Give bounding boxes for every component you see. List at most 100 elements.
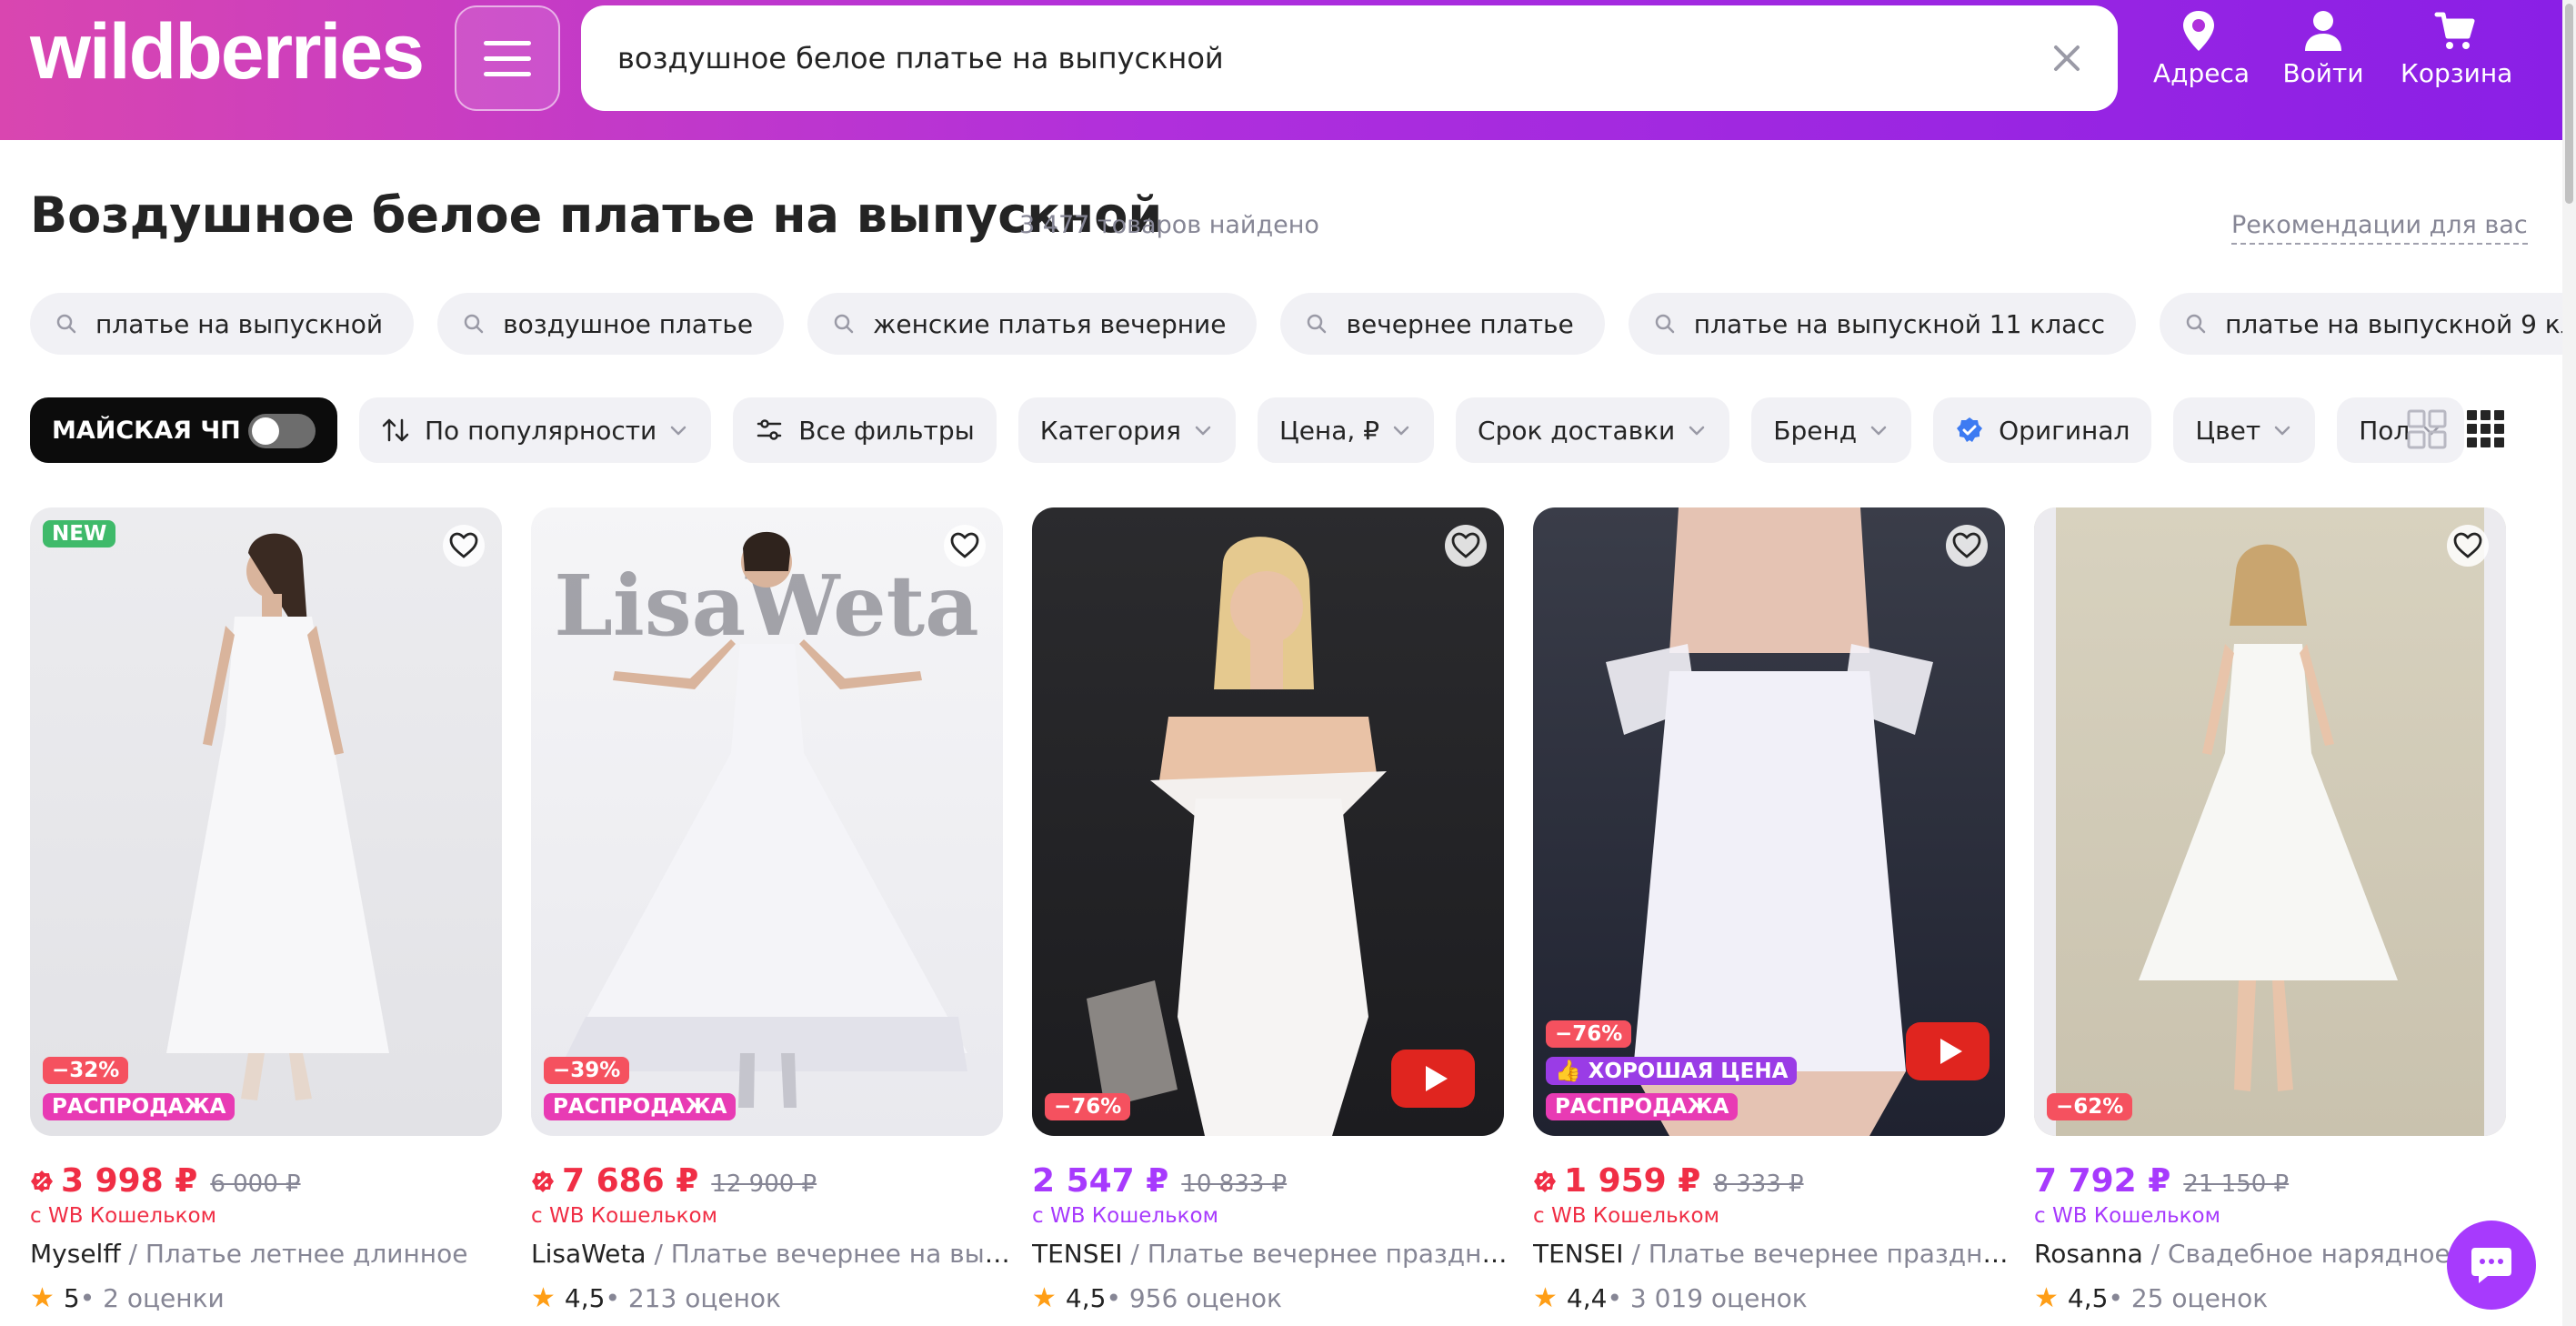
- heart-icon[interactable]: [1444, 524, 1488, 568]
- heart-icon[interactable]: [442, 524, 486, 568]
- chevron-down-icon: [1689, 426, 1705, 436]
- small-grid-view-icon[interactable]: [2466, 409, 2506, 449]
- search-bar: [581, 5, 2118, 111]
- heart-icon[interactable]: [943, 524, 987, 568]
- clear-search-icon[interactable]: [2049, 40, 2085, 76]
- price-row: 1 959 ₽ 8 333 ₽: [1533, 1162, 2024, 1200]
- search-input[interactable]: [617, 5, 2000, 111]
- product-name[interactable]: Myselff / Платье летнее длинное: [30, 1239, 521, 1269]
- search-chip[interactable]: женские платья вечерние: [807, 293, 1258, 355]
- review-count[interactable]: • 213 оценок: [605, 1283, 781, 1313]
- price-row: 3 998 ₽ 6 000 ₽: [30, 1162, 521, 1200]
- product-image[interactable]: −62%: [2034, 507, 2506, 1136]
- scrollbar-thumb[interactable]: [2565, 4, 2573, 204]
- search-chip[interactable]: воздушное платье: [437, 293, 785, 355]
- search-icon: [1308, 314, 1327, 334]
- user-icon: [2305, 11, 2341, 51]
- product-title: / Платье вечернее праздничн...: [1623, 1239, 2024, 1269]
- price-dropdown[interactable]: Цена, ₽: [1257, 397, 1435, 463]
- brand-name: Myselff: [30, 1239, 121, 1269]
- product-name[interactable]: TENSEI / Платье вечернее праздничн...: [1032, 1239, 1523, 1269]
- search-chip[interactable]: платье на выпускной 11 класс: [1628, 293, 2137, 355]
- search-icon: [2186, 314, 2206, 334]
- filters-icon: [757, 419, 782, 440]
- product-image[interactable]: −76%: [1032, 507, 1504, 1136]
- login-button[interactable]: Войти: [2282, 9, 2364, 88]
- gender-label: Пол: [2359, 415, 2411, 446]
- old-price: 10 833 ₽: [1181, 1170, 1288, 1198]
- chip-label: платье на выпускной 9 класс: [2225, 308, 2576, 339]
- discount-badge: −76%: [1546, 1020, 1632, 1048]
- menu-button[interactable]: [455, 5, 560, 111]
- review-count[interactable]: • 25 оценок: [2108, 1283, 2268, 1313]
- sort-dropdown[interactable]: По популярности: [359, 397, 712, 463]
- video-play-icon[interactable]: [1391, 1050, 1475, 1108]
- all-filters-button[interactable]: Все фильтры: [733, 397, 997, 463]
- product-card[interactable]: NEW −32% РАСПРОДАЖА 3 998 ₽ 6 000 ₽ с WB…: [30, 507, 502, 1314]
- search-chip[interactable]: платье на выпускной 9 класс: [2160, 293, 2576, 355]
- product-title: / Платье летнее длинное: [120, 1239, 468, 1269]
- product-image[interactable]: NEW −32% РАСПРОДАЖА: [30, 507, 502, 1136]
- wallet-discount-icon: [532, 1170, 554, 1192]
- dress-photo: [166, 533, 389, 1100]
- wildberries-logo[interactable]: wildberries: [30, 7, 425, 97]
- brand-name: TENSEI: [1533, 1239, 1624, 1269]
- product-card[interactable]: −76% 2 547 ₽ 10 833 ₽ с WB Кошельком TEN…: [1032, 507, 1523, 1314]
- search-chip[interactable]: вечернее платье: [1280, 293, 1605, 355]
- dress-photo: [2034, 507, 2506, 1136]
- product-card[interactable]: LisaWeta −39% РАСПРОДАЖА 7 686 ₽ 12 900 …: [531, 507, 1022, 1314]
- new-badge: NEW: [43, 520, 116, 547]
- video-play-icon[interactable]: [1906, 1022, 1990, 1080]
- original-filter[interactable]: Оригинал: [1933, 397, 2152, 463]
- brand-name: TENSEI: [1032, 1239, 1123, 1269]
- heart-icon[interactable]: [1945, 524, 1989, 568]
- wallet-discount-icon: [31, 1170, 53, 1192]
- price-label: Цена, ₽: [1278, 415, 1380, 446]
- original-label: Оригинал: [1999, 415, 2130, 446]
- chip-label: женские платья вечерние: [873, 308, 1227, 339]
- product-name[interactable]: TENSEI / Платье вечернее праздничн...: [1533, 1239, 2024, 1269]
- filter-bar: МАЙСКАЯ ЧП По популярности Все фильтры К…: [30, 397, 2465, 463]
- rating: ★ 4,4 • 3 019 оценок: [1533, 1282, 1808, 1314]
- chevron-down-icon: [1393, 426, 1409, 436]
- cart-icon: [2434, 12, 2475, 49]
- cart-button[interactable]: Корзина: [2401, 9, 2512, 88]
- search-chip[interactable]: платье на выпускной: [30, 293, 415, 355]
- heart-icon[interactable]: [2446, 524, 2490, 568]
- brand-name: Rosanna: [2034, 1239, 2143, 1269]
- product-image[interactable]: LisaWeta −39% РАСПРОДАЖА: [531, 507, 1003, 1136]
- product-card[interactable]: −76% 👍 ХОРОШАЯ ЦЕНА РАСПРОДАЖА 1 959 ₽ 8…: [1533, 507, 2024, 1314]
- chip-label: платье на выпускной 11 класс: [1693, 308, 2106, 339]
- star-icon: ★: [531, 1282, 556, 1314]
- color-dropdown[interactable]: Цвет: [2173, 397, 2316, 463]
- product-title: / Платье вечернее на выпус...: [646, 1239, 1022, 1269]
- brand-dropdown[interactable]: Бренд: [1751, 397, 1912, 463]
- wallet-note: с WB Кошельком: [30, 1204, 216, 1228]
- product-name[interactable]: LisaWeta / Платье вечернее на выпус...: [531, 1239, 1022, 1269]
- rating-value: 5: [63, 1283, 80, 1313]
- chevron-down-icon: [2274, 426, 2290, 436]
- product-image[interactable]: −76% 👍 ХОРОШАЯ ЦЕНА РАСПРОДАЖА: [1533, 507, 2005, 1136]
- chevron-down-icon: [1195, 426, 1211, 436]
- price-row: 2 547 ₽ 10 833 ₽: [1032, 1162, 1523, 1200]
- toggle-switch[interactable]: [248, 414, 316, 448]
- product-card[interactable]: −62% 7 792 ₽ 21 150 ₽ с WB Кошельком Ros…: [2034, 507, 2525, 1314]
- results-count: 3 477 товаров найдено: [1019, 211, 1319, 239]
- review-count[interactable]: • 2 оценки: [80, 1283, 225, 1313]
- delivery-dropdown[interactable]: Срок доставки: [1456, 397, 1730, 463]
- review-count[interactable]: • 3 019 оценок: [1607, 1283, 1807, 1313]
- chat-button[interactable]: [2447, 1221, 2536, 1310]
- price: 3 998 ₽: [61, 1162, 198, 1200]
- recommendations-link[interactable]: Рекомендации для вас: [2231, 211, 2528, 245]
- chip-label: воздушное платье: [503, 308, 754, 339]
- brand-name: LisaWeta: [531, 1239, 647, 1269]
- page-scrollbar[interactable]: [2562, 0, 2576, 1326]
- sale-badge: РАСПРОДАЖА: [544, 1093, 737, 1120]
- addresses-button[interactable]: Адреса: [2153, 9, 2250, 88]
- old-price: 12 900 ₽: [711, 1170, 817, 1198]
- review-count[interactable]: • 956 оценок: [1106, 1283, 1282, 1313]
- category-dropdown[interactable]: Категория: [1017, 397, 1236, 463]
- large-grid-view-icon[interactable]: [2407, 409, 2447, 449]
- rating-value: 4,4: [1566, 1283, 1608, 1313]
- sale-toggle[interactable]: МАЙСКАЯ ЧП: [30, 397, 337, 463]
